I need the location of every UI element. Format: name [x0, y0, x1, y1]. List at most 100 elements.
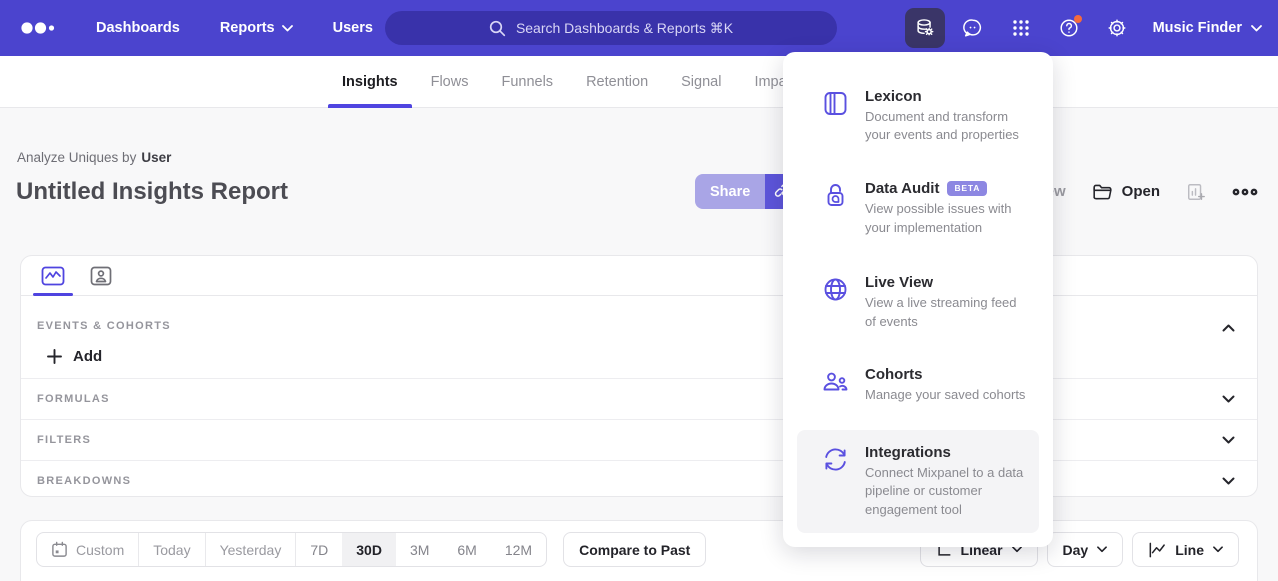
- project-name: Music Finder: [1153, 20, 1242, 36]
- filters-section-header[interactable]: FILTERS: [21, 419, 1257, 460]
- menu-item-content: Live View View a live streaming feed of …: [865, 274, 1029, 331]
- book-icon: [822, 88, 849, 145]
- range-7d[interactable]: 7D: [295, 533, 342, 566]
- subtitle-entity[interactable]: User: [141, 150, 171, 165]
- calendar-icon: [51, 541, 68, 558]
- report-tabs: Insights Flows Funnels Retention Signal …: [328, 56, 812, 108]
- section-label: BREAKDOWNS: [37, 475, 131, 487]
- more-options-button[interactable]: [1232, 188, 1258, 196]
- chevron-down-icon: [1097, 546, 1107, 553]
- range-label: 6M: [457, 542, 476, 558]
- plus-icon: [47, 349, 62, 364]
- open-report-button[interactable]: Open: [1092, 183, 1160, 201]
- search-icon: [489, 20, 506, 37]
- date-range-controls: Custom Today Yesterday 7D 30D 3M 6M 12M …: [36, 532, 706, 567]
- menu-item-desc: Connect Mixpanel to a data pipeline or c…: [865, 464, 1029, 519]
- spacer: [797, 251, 1039, 260]
- range-yesterday[interactable]: Yesterday: [205, 533, 296, 566]
- compare-label: Compare to Past: [579, 542, 690, 558]
- open-label: Open: [1122, 183, 1160, 200]
- nav-item-dashboards[interactable]: Dashboards: [96, 20, 180, 36]
- date-range-segmented-control: Custom Today Yesterday 7D 30D 3M 6M 12M: [36, 532, 547, 567]
- header-actions: New Open: [1035, 174, 1258, 209]
- spacer: [797, 159, 1039, 166]
- primary-nav: Dashboards Reports Users: [96, 20, 373, 36]
- cohorts-icon: [822, 366, 849, 404]
- compare-to-past-button[interactable]: Compare to Past: [563, 532, 706, 567]
- chevron-up-icon[interactable]: [1222, 324, 1235, 332]
- subtitle-prefix: Analyze Uniques by: [17, 150, 136, 165]
- range-6m[interactable]: 6M: [443, 533, 490, 566]
- mixpanel-logo-icon[interactable]: [20, 21, 58, 35]
- share-label: Share: [710, 184, 750, 200]
- nav-item-label: Users: [333, 20, 373, 36]
- global-search-input[interactable]: Search Dashboards & Reports ⌘K: [385, 11, 837, 45]
- report-subtitle: Analyze Uniques by User: [17, 150, 171, 165]
- range-12m[interactable]: 12M: [491, 533, 546, 566]
- spacer: [797, 419, 1039, 430]
- interval-dropdown[interactable]: Day: [1047, 532, 1124, 567]
- chart-type-label: Line: [1175, 542, 1204, 558]
- apps-grid-button[interactable]: [1001, 8, 1041, 48]
- interval-label: Day: [1063, 542, 1089, 558]
- menu-item-title: Live View: [865, 274, 933, 291]
- range-custom[interactable]: Custom: [37, 533, 138, 566]
- tab-insights[interactable]: Insights: [328, 56, 412, 108]
- events-cohorts-section-header[interactable]: EVENTS & COHORTS: [21, 296, 1257, 334]
- section-label: FORMULAS: [37, 393, 110, 405]
- range-30d[interactable]: 30D: [342, 533, 396, 566]
- chevron-down-icon: [1251, 25, 1262, 32]
- tab-funnels[interactable]: Funnels: [487, 56, 567, 108]
- chevron-down-icon[interactable]: [1222, 436, 1235, 444]
- tab-signal[interactable]: Signal: [667, 56, 735, 108]
- project-switcher[interactable]: Music Finder: [1153, 20, 1262, 36]
- section-label: FILTERS: [37, 434, 91, 446]
- menu-item-live-view[interactable]: Live View View a live streaming feed of …: [797, 260, 1039, 345]
- menu-item-cohorts[interactable]: Cohorts Manage your saved cohorts: [797, 352, 1039, 418]
- add-label: Add: [73, 348, 102, 365]
- menu-item-data-audit[interactable]: Data Audit BETA View possible issues wit…: [797, 166, 1039, 251]
- line-chart-icon: [1148, 542, 1166, 558]
- menu-item-lexicon[interactable]: Lexicon Document and transform your even…: [797, 74, 1039, 159]
- chart-controls-panel: Custom Today Yesterday 7D 30D 3M 6M 12M …: [20, 520, 1258, 581]
- grid-dots-icon: [1011, 18, 1031, 38]
- menu-item-title: Integrations: [865, 444, 951, 461]
- nav-item-label: Reports: [220, 20, 275, 36]
- range-3m[interactable]: 3M: [396, 533, 443, 566]
- tab-retention[interactable]: Retention: [572, 56, 662, 108]
- integrations-icon: [822, 444, 849, 519]
- users-view-tab[interactable]: [77, 256, 125, 295]
- help-button[interactable]: [1049, 8, 1089, 48]
- report-header: Analyze Uniques by User Untitled Insights…: [0, 108, 1278, 255]
- feedback-button[interactable]: [953, 8, 993, 48]
- settings-button[interactable]: [1097, 8, 1137, 48]
- formulas-section-header[interactable]: FORMULAS: [21, 378, 1257, 419]
- data-tools-menu: Lexicon Document and transform your even…: [783, 52, 1053, 547]
- notification-dot: [1074, 15, 1082, 23]
- nav-item-label: Dashboards: [96, 20, 180, 36]
- report-tabbar: Insights Flows Funnels Retention Signal …: [0, 56, 1278, 108]
- builder-tabstrip: [21, 256, 1257, 296]
- share-button[interactable]: Share: [695, 174, 765, 209]
- range-today[interactable]: Today: [138, 533, 204, 566]
- add-to-board-icon: [1186, 182, 1206, 202]
- menu-item-title: Data Audit: [865, 180, 939, 197]
- metrics-view-tab[interactable]: [29, 256, 77, 295]
- chart-type-dropdown[interactable]: Line: [1132, 532, 1239, 567]
- nav-item-users[interactable]: Users: [333, 20, 373, 36]
- range-label: Yesterday: [220, 542, 282, 558]
- menu-item-integrations[interactable]: Integrations Connect Mixpanel to a data …: [797, 430, 1039, 533]
- chevron-down-icon[interactable]: [1222, 395, 1235, 403]
- add-event-button[interactable]: Add: [21, 334, 1257, 378]
- add-to-dashboard-button[interactable]: [1186, 182, 1206, 202]
- breakdowns-section-header[interactable]: BREAKDOWNS: [21, 460, 1257, 501]
- range-label: 3M: [410, 542, 429, 558]
- range-label: 30D: [356, 542, 382, 558]
- report-title[interactable]: Untitled Insights Report: [16, 178, 288, 206]
- chevron-down-icon[interactable]: [1222, 477, 1235, 485]
- menu-item-content: Data Audit BETA View possible issues wit…: [865, 180, 1029, 237]
- nav-item-reports[interactable]: Reports: [220, 20, 293, 36]
- database-gear-icon: [914, 17, 936, 39]
- data-management-button[interactable]: [905, 8, 945, 48]
- tab-flows[interactable]: Flows: [417, 56, 483, 108]
